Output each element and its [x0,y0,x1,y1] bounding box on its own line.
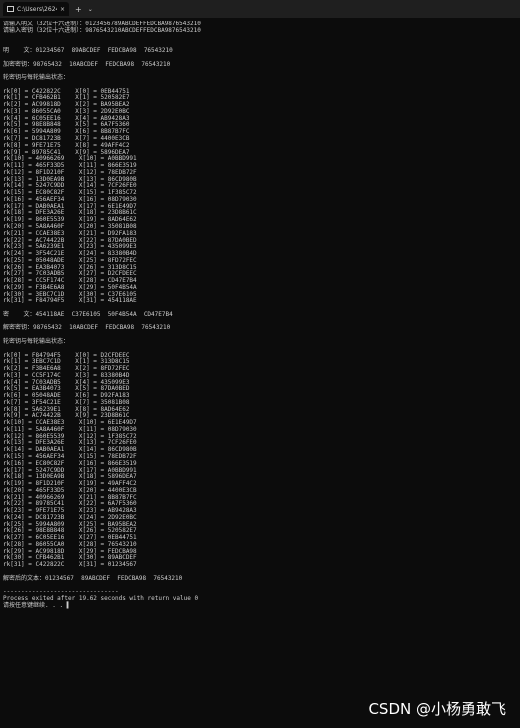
dropdown-icon[interactable]: ⌄ [88,6,93,13]
console-line: 加密密钥：98765432 10ABCDEF FEDCBA98 76543210 [3,60,171,68]
tab-title: C:\Users\26241\Desktop\sm4. [17,5,57,13]
console-line: 轮密钥与每轮输出状态： [3,337,70,345]
console-line: 明 文：01234567 89ABCDEF FEDCBA98 76543210 [3,47,173,55]
new-tab-button[interactable]: + [75,5,82,14]
console-line: 请按任意键继续. . . ▌ [3,601,71,609]
close-tab-icon[interactable]: × [60,6,65,13]
console-line: 解密密钥：98765432 10ABCDEF FEDCBA98 76543210 [3,324,171,332]
console-line: rk[31] = C422822C X[31] = 01234567 [3,561,137,569]
console-line: 请输入密钥（32位十六进制）：9876543210ABCDEFFEDCBA987… [3,26,201,34]
console-line: 密 文：454118AE C37E6105 50F4B54A CD47E7B4 [3,310,173,318]
console-line: 解密后的文本：01234567 89ABCDEF FEDCBA98 765432… [3,574,183,582]
console-line: Process exited after 19.62 seconds with … [3,595,199,603]
console-line: 轮密钥与每轮输出状态： [3,74,70,82]
terminal-icon [7,6,14,12]
title-bar: C:\Users\26241\Desktop\sm4. × + ⌄ [0,0,520,18]
console-line: rk[31] = F84794F5 X[31] = 454118AE [3,297,137,305]
console-output[interactable]: 请输入明文（32位十六进制）：0123456789ABCDEFFEDCBA987… [3,21,513,726]
scrollbar[interactable] [516,20,519,726]
terminal-tab[interactable]: C:\Users\26241\Desktop\sm4. × [3,2,69,16]
watermark: CSDN @小杨勇敢飞 [368,700,506,718]
